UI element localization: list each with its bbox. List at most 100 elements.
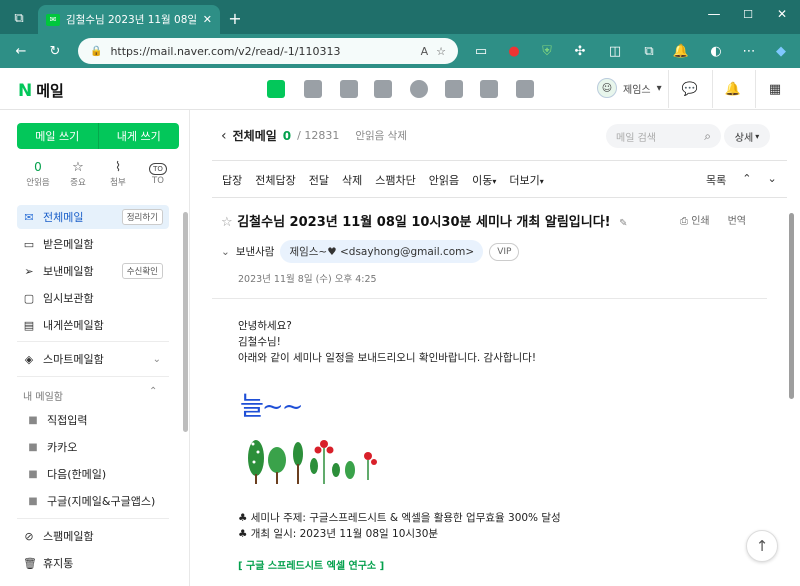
read-aloud-icon[interactable]: A: [421, 45, 429, 58]
folder-sent[interactable]: ➢ 보낸메일함 수신확인: [17, 259, 169, 283]
notifications-icon[interactable]: 🔔: [670, 40, 692, 62]
header-divider: [755, 70, 756, 108]
workspaces-icon[interactable]: ⧉: [10, 9, 28, 27]
folder-spam[interactable]: ⊘ 스팸메일함: [17, 524, 169, 548]
mark-unread-button[interactable]: 안읽음: [429, 172, 459, 188]
memo-app-icon[interactable]: [340, 80, 358, 98]
adblock-extension-icon[interactable]: ●: [503, 40, 525, 62]
mail-app-icon[interactable]: [267, 80, 285, 98]
previous-mail-icon[interactable]: ⌃: [742, 172, 751, 188]
folder-kakao[interactable]: ■ 카카오: [17, 435, 169, 459]
address-bar[interactable]: 🔒 https://mail.naver.com/v2/read/-1/1103…: [78, 38, 458, 64]
sidebar-scrollbar[interactable]: [183, 212, 188, 432]
calendar-app-icon[interactable]: [304, 80, 322, 98]
print-button[interactable]: ⎙ 인쇄: [680, 212, 710, 227]
more-button[interactable]: 더보기▾: [509, 172, 543, 188]
reply-all-button[interactable]: 전체답장: [255, 172, 295, 188]
illustration-handwriting: 늘~~: [240, 392, 303, 422]
envelope-icon: ✉: [24, 210, 34, 224]
folder-inbox[interactable]: ▭ 받은메일함: [17, 232, 169, 256]
mybox-app-icon[interactable]: [410, 80, 428, 98]
move-button[interactable]: 이동▾: [472, 172, 496, 188]
folder-icon: ■: [28, 495, 38, 507]
detail-label: 상세: [734, 132, 754, 144]
back-chevron-icon[interactable]: ‹: [221, 128, 227, 144]
naver-mail-logo[interactable]: N 메일: [18, 80, 64, 101]
folder-trash[interactable]: 🗑 휴지통: [17, 551, 169, 575]
mail-scrollbar[interactable]: [789, 213, 794, 399]
seminar-date: ♣ 개최 일시: 2023년 11월 08일 10시30분: [238, 528, 439, 540]
quick-filter-unread[interactable]: 0 안읽음: [18, 160, 58, 188]
vip-button[interactable]: VIP: [489, 242, 520, 261]
organize-button[interactable]: 정리하기: [121, 209, 163, 225]
refresh-icon[interactable]: ↻: [44, 40, 66, 62]
minimize-icon[interactable]: —: [703, 5, 725, 23]
chevron-down-icon[interactable]: ⌄: [153, 354, 161, 365]
chevron-up-icon[interactable]: ⌃: [149, 386, 157, 397]
my-folders-title: 내 메일함: [23, 392, 63, 403]
new-tab-icon[interactable]: +: [226, 9, 244, 28]
sender-chip[interactable]: 제임스~♥ <dsayhong@gmail.com>: [280, 240, 484, 263]
more-options-icon[interactable]: ⋯: [738, 40, 760, 62]
grid-menu-icon[interactable]: ▦: [765, 80, 785, 98]
favorite-star-icon[interactable]: ☆: [436, 45, 446, 58]
edit-subject-icon[interactable]: ✎: [619, 218, 627, 229]
star-icon: ☆: [72, 160, 84, 175]
folder-drafts[interactable]: ▢ 임시보관함: [17, 286, 169, 310]
detail-search-button[interactable]: 상세 ▾: [724, 124, 770, 148]
folder-google[interactable]: ■ 구글(지메일&구글앱스): [17, 489, 169, 513]
office-app-icon[interactable]: [445, 80, 463, 98]
send-icon: ➢: [24, 264, 34, 278]
search-icon[interactable]: ⌕: [704, 129, 711, 144]
folder-smart[interactable]: ◈ 스마트메일함 ⌄: [17, 347, 169, 371]
self-mail-icon: ▤: [23, 318, 35, 332]
compose-button[interactable]: 메일 쓰기: [17, 123, 99, 149]
folder-daum[interactable]: ■ 다음(한메일): [17, 462, 169, 486]
bell-icon[interactable]: 🔔: [723, 80, 743, 98]
cast-icon[interactable]: ▭: [470, 40, 492, 62]
delete-button[interactable]: 삭제: [342, 172, 362, 188]
quick-filter-to[interactable]: TO TO: [138, 160, 178, 186]
folder-self[interactable]: ▤ 내게쓴메일함: [17, 313, 169, 337]
delete-unread-button[interactable]: 안읽음 삭제: [355, 128, 407, 143]
extensions-icon[interactable]: ✣: [569, 40, 591, 62]
quick-filter-important[interactable]: ☆ 중요: [58, 160, 98, 188]
block-spam-button[interactable]: 스팸차단: [375, 172, 415, 188]
list-button[interactable]: 목록: [706, 172, 726, 188]
quick-filter-attachment[interactable]: ⌇ 첨부: [98, 160, 138, 188]
split-screen-icon[interactable]: ◫: [604, 40, 626, 62]
folder-label: 임시보관함: [43, 292, 94, 305]
reply-button[interactable]: 답장: [222, 172, 242, 188]
scroll-to-top-button[interactable]: ↑: [746, 530, 778, 562]
chat-icon[interactable]: 💬: [680, 80, 700, 98]
folder-custom[interactable]: ■ 직접입력: [17, 408, 169, 432]
trash-icon: 🗑: [23, 556, 37, 570]
browser-tab[interactable]: ✉ 김철수님 2023년 11월 08일 10시 ✕: [38, 5, 220, 34]
expand-chevron-icon[interactable]: ⌄: [221, 246, 230, 258]
profile-avatar-icon[interactable]: ◐: [705, 40, 727, 62]
works-app-icon[interactable]: [480, 80, 498, 98]
naver-mail-favicon: ✉: [46, 13, 60, 26]
close-tab-icon[interactable]: ✕: [203, 13, 212, 26]
read-receipt-button[interactable]: 수신확인: [121, 263, 163, 279]
folder-label: 스팸메일함: [43, 530, 94, 543]
forward-button[interactable]: 전달: [309, 172, 329, 188]
bookmark-app-icon[interactable]: [516, 80, 534, 98]
move-label: 이동: [472, 174, 493, 187]
shield-extension-icon[interactable]: ⛨: [536, 40, 558, 62]
mail-search-input[interactable]: 메일 검색 ⌕: [606, 124, 721, 148]
close-window-icon[interactable]: ✕: [771, 5, 793, 23]
mail-subject: ☆ 김철수님 2023년 11월 08일 10시30분 세미나 개최 알림입니다…: [221, 211, 628, 230]
next-mail-icon[interactable]: ⌄: [767, 172, 776, 188]
self-compose-button[interactable]: 내게 쓰기: [98, 123, 179, 149]
star-icon[interactable]: ☆: [221, 215, 233, 230]
maximize-icon[interactable]: ☐: [737, 5, 759, 23]
collections-icon[interactable]: ⧉: [638, 40, 660, 62]
back-icon[interactable]: ←: [10, 40, 32, 62]
profile-menu[interactable]: ☺ 제임스 ▾: [597, 78, 662, 98]
translate-button[interactable]: 번역: [728, 212, 746, 227]
copilot-icon[interactable]: ◆: [770, 40, 792, 62]
folder-all-mail[interactable]: ✉ 전체메일 정리하기: [17, 205, 169, 229]
folder-label: 다음(한메일): [47, 468, 107, 481]
contacts-app-icon[interactable]: [374, 80, 392, 98]
